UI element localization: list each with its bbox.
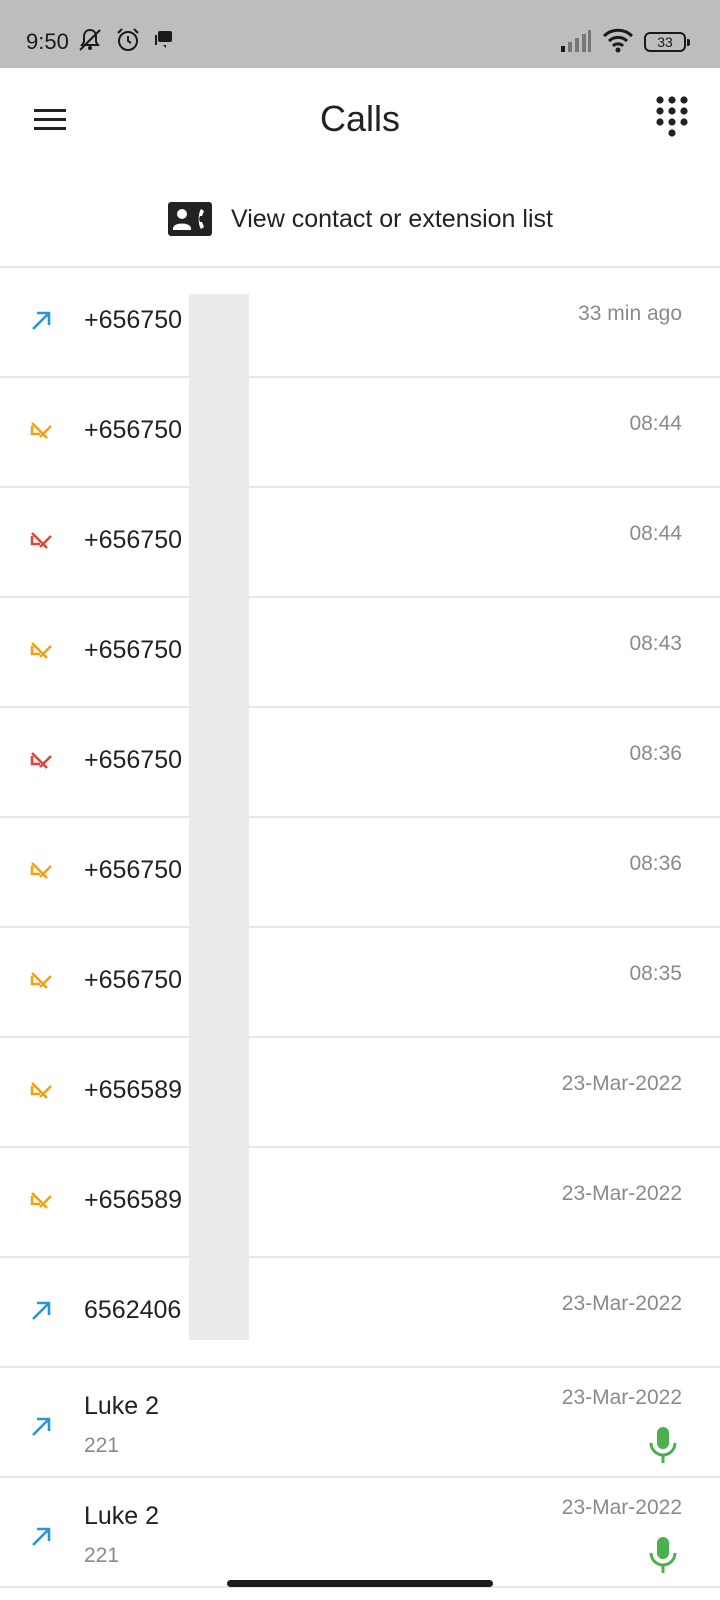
app-bar: Calls bbox=[0, 68, 720, 172]
call-row[interactable]: +656750 08:44 bbox=[0, 378, 720, 488]
mute-icon bbox=[76, 26, 104, 54]
outgoing-call-icon bbox=[28, 1524, 54, 1550]
call-extension: 221 bbox=[84, 1544, 120, 1567]
dialpad-icon bbox=[656, 96, 688, 137]
call-number: 6562406 bbox=[84, 1296, 182, 1324]
call-row[interactable]: +656750 08:43 bbox=[0, 598, 720, 708]
call-number: +656589 bbox=[84, 1186, 183, 1214]
incoming-call-icon bbox=[28, 1188, 54, 1214]
signal-icon bbox=[560, 26, 592, 54]
call-row[interactable]: +656750 33 min ago bbox=[0, 268, 720, 378]
call-row[interactable]: +656589 23-Mar-2022 bbox=[0, 1148, 720, 1258]
incoming-call-icon bbox=[28, 418, 54, 444]
call-number: +656750 bbox=[84, 966, 183, 994]
call-time: 33 min ago bbox=[578, 302, 682, 325]
call-time: 08:44 bbox=[629, 412, 682, 435]
call-time: 23-Mar-2022 bbox=[561, 1182, 682, 1205]
call-row[interactable]: Luke 2 221 23-Mar-2022 bbox=[0, 1478, 720, 1588]
contact-card-icon bbox=[168, 202, 213, 236]
call-time: 08:35 bbox=[629, 962, 682, 985]
call-time: 23-Mar-2022 bbox=[561, 1386, 682, 1409]
incoming-call-icon bbox=[28, 858, 54, 884]
call-number: Luke 2 bbox=[84, 1502, 160, 1530]
call-number: +656750 bbox=[84, 636, 183, 664]
call-number: +656750 bbox=[84, 416, 183, 444]
view-contacts-button[interactable]: View contact or extension list bbox=[0, 172, 720, 268]
calls-list: +656750 33 min ago +656750 08:44 +656750 08:4… bbox=[0, 268, 720, 1588]
message-icon bbox=[150, 26, 178, 54]
call-time: 23-Mar-2022 bbox=[561, 1292, 682, 1315]
microphone-icon[interactable] bbox=[648, 1426, 678, 1464]
call-time: 08:43 bbox=[629, 632, 682, 655]
call-row[interactable]: +656750 08:35 bbox=[0, 928, 720, 1038]
call-number: +656750 bbox=[84, 526, 183, 554]
outgoing-call-icon bbox=[28, 1298, 54, 1324]
microphone-icon[interactable] bbox=[648, 1536, 678, 1574]
missed-call-icon bbox=[28, 528, 54, 554]
redaction-block bbox=[189, 294, 249, 1340]
call-row[interactable]: +656750 08:36 bbox=[0, 708, 720, 818]
alarm-icon bbox=[114, 26, 142, 54]
incoming-call-icon bbox=[28, 638, 54, 664]
page-title: Calls bbox=[319, 98, 400, 139]
status-time: 9:50 bbox=[26, 29, 69, 54]
call-number: +656589 bbox=[84, 1076, 183, 1104]
call-time: 23-Mar-2022 bbox=[561, 1496, 682, 1519]
call-number: +656750 bbox=[84, 856, 183, 884]
call-extension: 221 bbox=[84, 1434, 120, 1457]
wifi-icon bbox=[602, 26, 634, 54]
outgoing-call-icon bbox=[28, 308, 54, 334]
call-row[interactable]: 6562406 23-Mar-2022 bbox=[0, 1258, 720, 1368]
home-indicator[interactable] bbox=[227, 1580, 493, 1587]
incoming-call-icon bbox=[28, 1078, 54, 1104]
missed-call-icon bbox=[28, 748, 54, 774]
call-row[interactable]: +656750 08:36 bbox=[0, 818, 720, 928]
call-number: +656750 bbox=[84, 746, 183, 774]
battery-indicator: 33 bbox=[644, 32, 690, 52]
call-time: 23-Mar-2022 bbox=[561, 1072, 682, 1095]
status-bar: 9:50 33 bbox=[0, 0, 720, 68]
call-row[interactable]: +656750 08:44 bbox=[0, 488, 720, 598]
call-row[interactable]: Luke 2 221 23-Mar-2022 bbox=[0, 1368, 720, 1478]
call-time: 08:44 bbox=[629, 522, 682, 545]
incoming-call-icon bbox=[28, 968, 54, 994]
call-number: Luke 2 bbox=[84, 1392, 160, 1420]
call-row[interactable]: +656589 23-Mar-2022 bbox=[0, 1038, 720, 1148]
outgoing-call-icon bbox=[28, 1414, 54, 1440]
call-time: 08:36 bbox=[629, 852, 682, 875]
dialpad-button[interactable] bbox=[652, 94, 692, 142]
call-number: +656750 bbox=[84, 306, 183, 334]
view-contacts-label: View contact or extension list bbox=[231, 204, 553, 233]
call-time: 08:36 bbox=[629, 742, 682, 765]
